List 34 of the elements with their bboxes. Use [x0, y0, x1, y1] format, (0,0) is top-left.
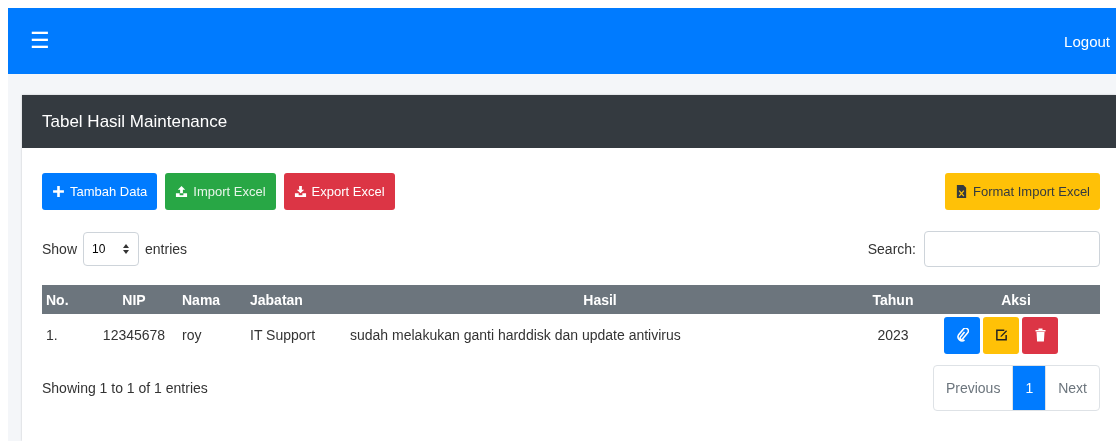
table-info: Showing 1 to 1 of 1 entries — [42, 380, 208, 396]
table-cell: roy — [178, 314, 246, 356]
search-field[interactable] — [924, 231, 1100, 267]
entries-select[interactable]: 10 — [83, 232, 140, 266]
trash-icon — [1033, 328, 1047, 342]
entries-label: entries — [145, 241, 188, 257]
table-cell: 2023 — [854, 314, 932, 356]
page-link[interactable]: Previous — [933, 366, 1013, 410]
table-cell: sudah melakukan ganti harddisk dan update antivirus — [346, 314, 854, 356]
edit-button[interactable] — [983, 316, 1019, 354]
table-cell: 12345678 — [90, 314, 178, 356]
edit-icon — [994, 328, 1008, 342]
upload-icon — [175, 185, 189, 198]
paperclip-icon — [955, 328, 969, 342]
delete-button[interactable] — [1022, 316, 1058, 354]
format-button[interactable]: Format Import Excel — [944, 173, 1100, 210]
excel-file-icon — [954, 185, 968, 198]
table-cell: 1. — [42, 314, 90, 356]
sort-caret-icon — [122, 243, 131, 255]
table-header: No. NIP Nama Jabatan Hasil Tahun Aksi — [42, 285, 1100, 314]
show-label: Show — [42, 241, 78, 257]
attach-button[interactable] — [944, 316, 980, 354]
add-button[interactable]: Tambah Data — [42, 173, 158, 210]
menu-icon[interactable]: ☰ — [30, 30, 50, 52]
card-title: Tabel Hasil Maintenance — [42, 111, 228, 132]
search-label: Search: — [867, 241, 916, 257]
export-button[interactable]: Export Excel — [283, 173, 395, 210]
table-cell: IT Support — [246, 314, 346, 356]
import-button[interactable]: Import Excel — [165, 173, 276, 210]
logout-link[interactable]: Logout — [1064, 32, 1110, 50]
plus-icon — [52, 185, 65, 198]
page-link[interactable]: 1 — [1012, 366, 1046, 410]
page-link[interactable]: Next — [1045, 366, 1099, 410]
download-icon — [293, 185, 307, 198]
